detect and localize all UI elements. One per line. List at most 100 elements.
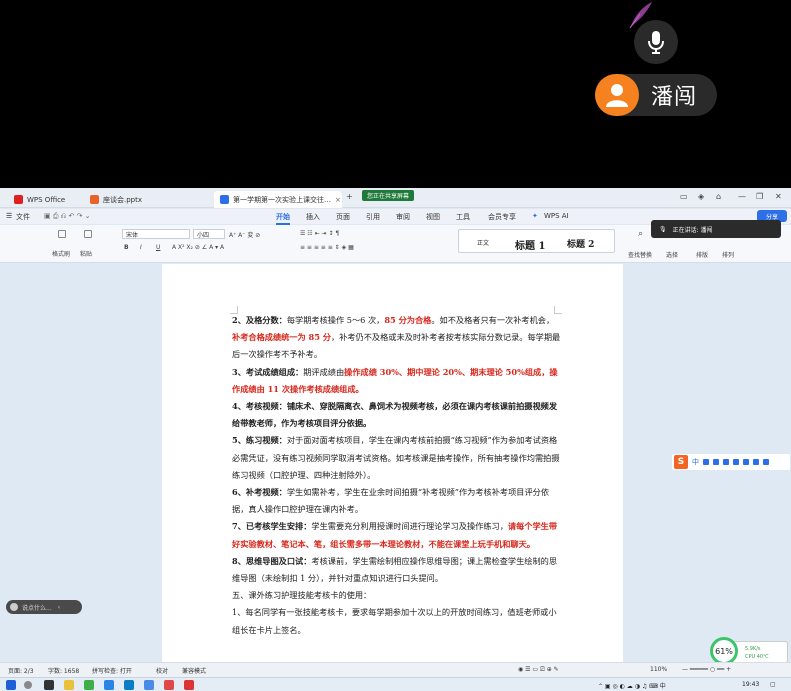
ime-tool-icon — [753, 459, 759, 465]
tab-document[interactable]: 第一学期第一次实验上课交往… × — [214, 191, 342, 208]
tab-wps-office[interactable]: WPS Office — [8, 191, 80, 208]
browser-icon[interactable] — [104, 680, 114, 690]
style-gallery: 正文 标题 1 标题 2 — [458, 229, 615, 253]
document-paragraph[interactable]: 4、考核视频：铺床术、穿脱隔离衣、鼻饲术为视频考核，必须在课内考核课前拍摄视频发… — [232, 398, 562, 432]
document-paragraph[interactable]: 8、思维导图及口试：考核课前，学生需绘制相应操作思维导图；课上需检查学生绘制的思… — [232, 553, 562, 587]
find-replace-label[interactable]: 查找替换 — [628, 250, 652, 259]
home-icon[interactable]: ⌂ — [716, 192, 721, 201]
tab-pptx[interactable]: 座谈会.pptx — [84, 191, 210, 208]
search-icon[interactable] — [24, 681, 32, 689]
menu-view[interactable]: 视图 — [426, 212, 440, 222]
edge-icon[interactable] — [124, 680, 134, 690]
new-tab-icon[interactable]: + — [346, 192, 353, 201]
system-tray-icons[interactable]: ⌃ ▣ ◎ ◐ ☁ ◑ ♫ ⌨ 中 — [598, 681, 666, 690]
ime-tool-icon — [713, 459, 719, 465]
text-run: 。如不及格者只有一次补考机会， — [431, 315, 555, 325]
document-paragraph[interactable]: 3、考试成绩组成：期评成绩由操作成绩 30%、期中理论 20%、期末理论 50%… — [232, 364, 562, 398]
paste-icon[interactable] — [84, 230, 92, 238]
wps-writer-icon[interactable] — [184, 680, 194, 690]
chat-placeholder: 说点什么... — [22, 604, 52, 612]
menu-home[interactable]: 开始 — [276, 212, 290, 225]
document-paragraph[interactable]: 6、补考视频：学生如需补考，学生在业余时间拍摄“补考视频”作为考核补考项目评分依… — [232, 484, 562, 518]
align-buttons[interactable]: ≡ ≡ ≡ ≡ ≡ ⇕ ◈ ▦ — [300, 244, 354, 251]
search-icon[interactable]: ⌕ — [638, 229, 643, 239]
list-buttons[interactable]: ☰ ☷ ⇤ ⇥ ↕ ¶ — [300, 230, 339, 237]
document-page[interactable]: 2、及格分数：每学期考核操作 5～6 次，85 分为合格。如不及格者只有一次补考… — [162, 264, 623, 662]
quick-access-icons[interactable]: ▣ ⎙ ⎌ ↶ ↷ ⌄ — [44, 212, 91, 221]
cube-icon[interactable]: ◈ — [698, 192, 704, 201]
close-window-icon[interactable]: ✕ — [775, 192, 782, 201]
file-explorer-icon[interactable] — [64, 680, 74, 690]
menu-review[interactable]: 审阅 — [396, 212, 410, 222]
italic-button[interactable]: I — [140, 244, 142, 251]
format-painter-label[interactable]: 格式刷 — [52, 249, 70, 258]
menu-wps-ai[interactable]: WPS AI — [544, 212, 569, 220]
windows-start-icon[interactable] — [6, 680, 16, 690]
minimize-icon[interactable]: — — [738, 192, 746, 201]
underline-button[interactable]: U — [156, 244, 160, 251]
docx-file-icon — [220, 195, 229, 204]
style-heading-2[interactable]: 标题 2 — [567, 237, 594, 250]
tab-label: WPS Office — [27, 195, 66, 204]
view-mode-icons[interactable]: ◉ ☰ ▭ ⎚ ⊕ ✎ — [518, 666, 559, 674]
document-paragraph[interactable]: 2、及格分数：每学期考核操作 5～6 次，85 分为合格。如不及格者只有一次补考… — [232, 312, 562, 364]
document-paragraph[interactable]: 1、每名同学有一张技能考核卡，要求每学期参加十次以上的开放时间练习，值班老师或小… — [232, 604, 562, 638]
paste-label[interactable]: 粘贴 — [80, 249, 92, 258]
close-tab-icon[interactable]: × — [335, 196, 341, 204]
sogou-logo-icon: S — [674, 455, 688, 469]
zoom-level[interactable]: 110% — [650, 666, 667, 673]
text-run: 2、及格分数： — [232, 315, 287, 325]
menu-insert[interactable]: 插入 — [306, 212, 320, 222]
wps-taskbar-icon[interactable] — [164, 680, 174, 690]
format-painter-icon[interactable] — [58, 230, 66, 238]
app-icon[interactable] — [84, 680, 94, 690]
layout-label[interactable]: 排版 — [696, 250, 708, 259]
page-indicator[interactable]: 页面: 2/3 — [8, 666, 34, 675]
bold-button[interactable]: B — [124, 244, 129, 251]
menu-page[interactable]: 页面 — [336, 212, 350, 222]
document-paragraph[interactable]: 5、练习视频：对于面对面考核项目，学生在课内考核前拍摄“练习视频”作为参加考试资… — [232, 432, 562, 484]
menu-file[interactable]: 文件 — [16, 212, 30, 222]
menu-member[interactable]: 会员专享 — [488, 212, 516, 222]
text-effect-buttons[interactable]: A X² X₂ ⊘ ∠ A ▾ A — [172, 244, 224, 251]
arrange-label[interactable]: 排列 — [722, 250, 734, 259]
font-size-value: 小四 — [197, 231, 210, 239]
layout-icon[interactable]: ▭ — [680, 192, 688, 201]
text-run: 85 分为合格 — [384, 315, 432, 325]
font-size-select[interactable]: 小四 — [193, 229, 225, 239]
word-count[interactable]: 字数: 1658 — [48, 666, 79, 675]
pptx-file-icon — [90, 195, 99, 204]
hamburger-icon[interactable]: ☰ — [6, 212, 12, 220]
meeting-app-icon[interactable] — [144, 680, 154, 690]
chat-input[interactable]: 说点什么... ‹ — [6, 600, 82, 614]
cpu-temp: CPU 40℃ — [745, 654, 769, 660]
document-body[interactable]: 2、及格分数：每学期考核操作 5～6 次，85 分为合格。如不及格者只有一次补考… — [232, 312, 562, 639]
performance-widget[interactable]: 5.9K/s CPU 40℃ 61% — [710, 637, 788, 665]
user-icon — [595, 74, 639, 116]
proofread[interactable]: 校对 — [156, 666, 168, 675]
menu-reference[interactable]: 引用 — [366, 212, 380, 222]
spell-check[interactable]: 拼写检查: 打开 — [92, 666, 132, 675]
memory-usage-ring: 61% — [710, 637, 738, 665]
network-speed: 5.9K/s — [745, 646, 761, 652]
ime-tool-icon — [723, 459, 729, 465]
document-paragraph[interactable]: 五、课外练习护理技能考核卡的使用： — [232, 587, 562, 604]
task-view-icon[interactable] — [44, 680, 54, 690]
share-tag-text: 您正在共享屏幕 — [367, 193, 410, 200]
ime-tool-icon — [733, 459, 739, 465]
zoom-slider[interactable]: — ━━━━━ ○ ━━ + — [682, 666, 731, 673]
notification-icon[interactable]: ▢ — [770, 681, 776, 688]
style-heading-1[interactable]: 标题 1 — [515, 237, 545, 252]
style-body[interactable]: 正文 — [477, 238, 489, 247]
chevron-left-icon[interactable]: ‹ — [58, 604, 60, 611]
font-name-select[interactable]: 宋体 — [122, 229, 190, 239]
font-size-controls[interactable]: A⁺ A⁻ 変 ⊘ — [229, 230, 260, 239]
menu-tools[interactable]: 工具 — [456, 212, 470, 222]
select-label[interactable]: 选择 — [666, 250, 678, 259]
screen: 潘闯 WPS Office 座谈会.pptx 第一学期第一次实验上课交往… × … — [0, 0, 791, 691]
microphone-button[interactable] — [634, 20, 678, 64]
document-paragraph[interactable]: 7、已考核学生安排：学生需要充分利用授课时间进行理论学习及操作练习，请每个学生带… — [232, 518, 562, 552]
restore-icon[interactable]: ❐ — [756, 192, 763, 201]
sogou-ime-toolbar[interactable]: S 中 — [672, 454, 790, 470]
clock[interactable]: 19:43 — [742, 681, 759, 688]
